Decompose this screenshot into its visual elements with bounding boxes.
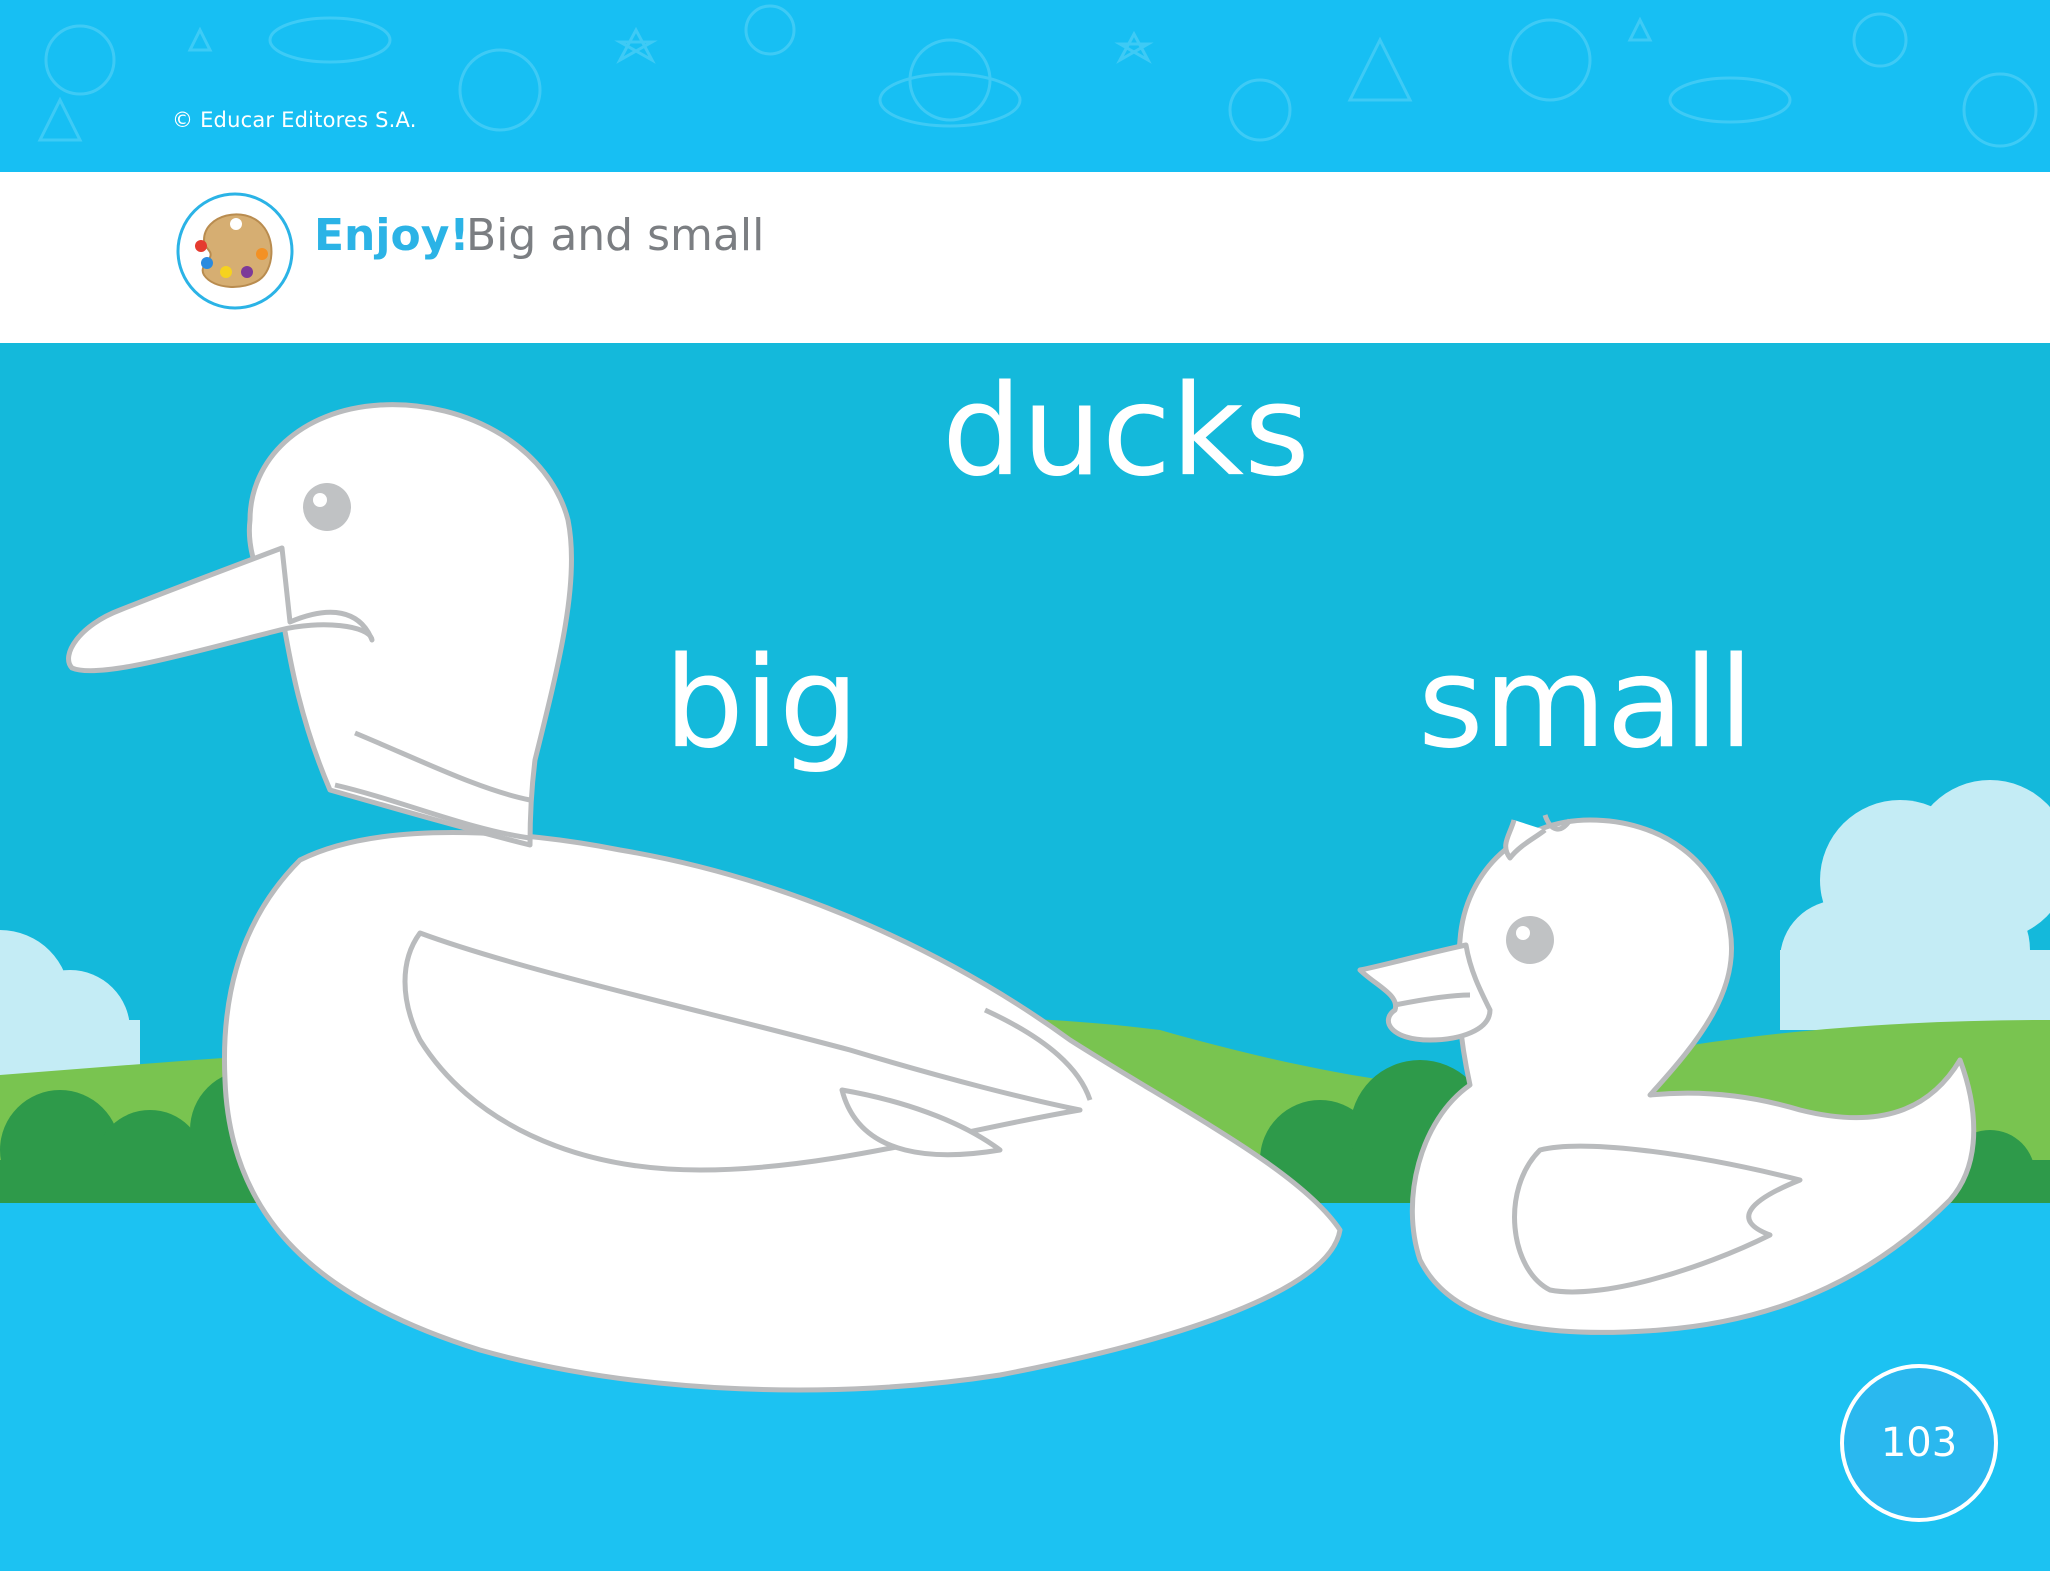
page-number: 103 (1840, 1364, 1998, 1522)
activity-title: Big and small (466, 210, 765, 261)
doodle-pattern (37, 4, 2038, 148)
section-label: Enjoy! (314, 210, 470, 261)
copyright-notice: © Educar Editores S.A. (172, 108, 417, 132)
heading-word: ducks (942, 357, 1310, 504)
label-small: small (1418, 629, 1754, 776)
duck-scene (0, 343, 2050, 1571)
palette-icon (176, 192, 294, 310)
small-duck-eye (1506, 916, 1554, 964)
title-bar (0, 172, 2050, 343)
top-banner: © Educar Editores S.A. (0, 0, 2050, 172)
big-duck-eye (303, 483, 351, 531)
label-big: big (664, 629, 859, 776)
